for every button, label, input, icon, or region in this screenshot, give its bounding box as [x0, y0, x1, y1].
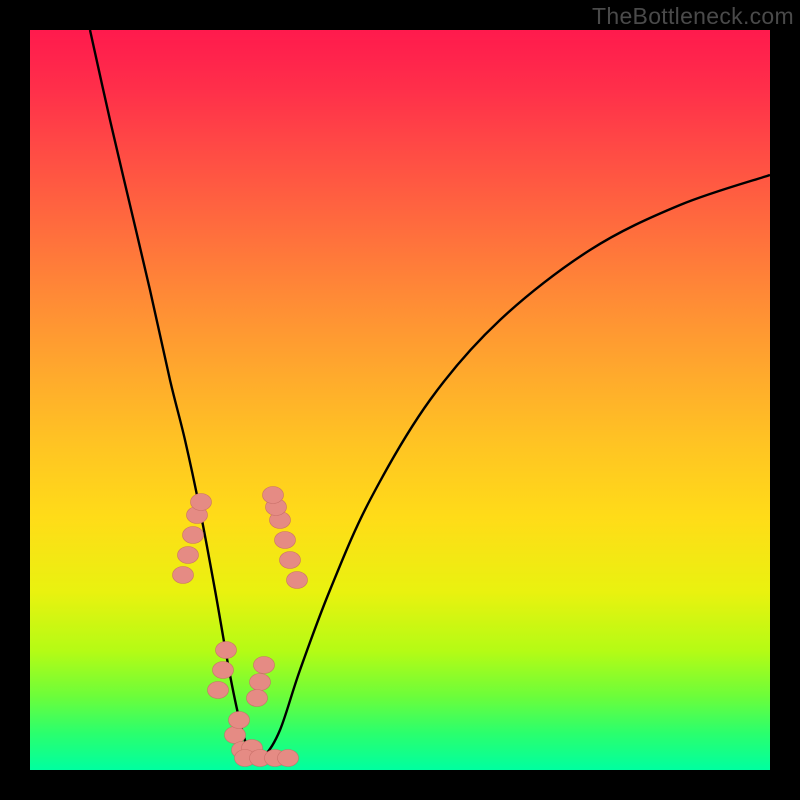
bottleneck-curve: [90, 30, 770, 759]
outer-frame: TheBottleneck.com: [0, 0, 800, 800]
bead-left: [208, 682, 229, 699]
bead-left: [213, 662, 234, 679]
bead-right: [250, 674, 271, 691]
bead-bottom: [278, 750, 299, 767]
bead-right: [254, 657, 275, 674]
data-beads: [173, 487, 308, 767]
bead-right: [263, 487, 284, 504]
curve-svg: [30, 30, 770, 770]
bead-right: [287, 572, 308, 589]
bead-right: [280, 552, 301, 569]
bead-left: [183, 527, 204, 544]
bead-right: [275, 532, 296, 549]
plot-area: [30, 30, 770, 770]
bead-left: [173, 567, 194, 584]
watermark-label: TheBottleneck.com: [592, 3, 794, 30]
bead-left: [225, 727, 246, 744]
bead-left: [191, 494, 212, 511]
bead-right: [247, 690, 268, 707]
bead-left: [216, 642, 237, 659]
bead-left: [229, 712, 250, 729]
curve-line: [90, 30, 770, 759]
bead-left: [178, 547, 199, 564]
